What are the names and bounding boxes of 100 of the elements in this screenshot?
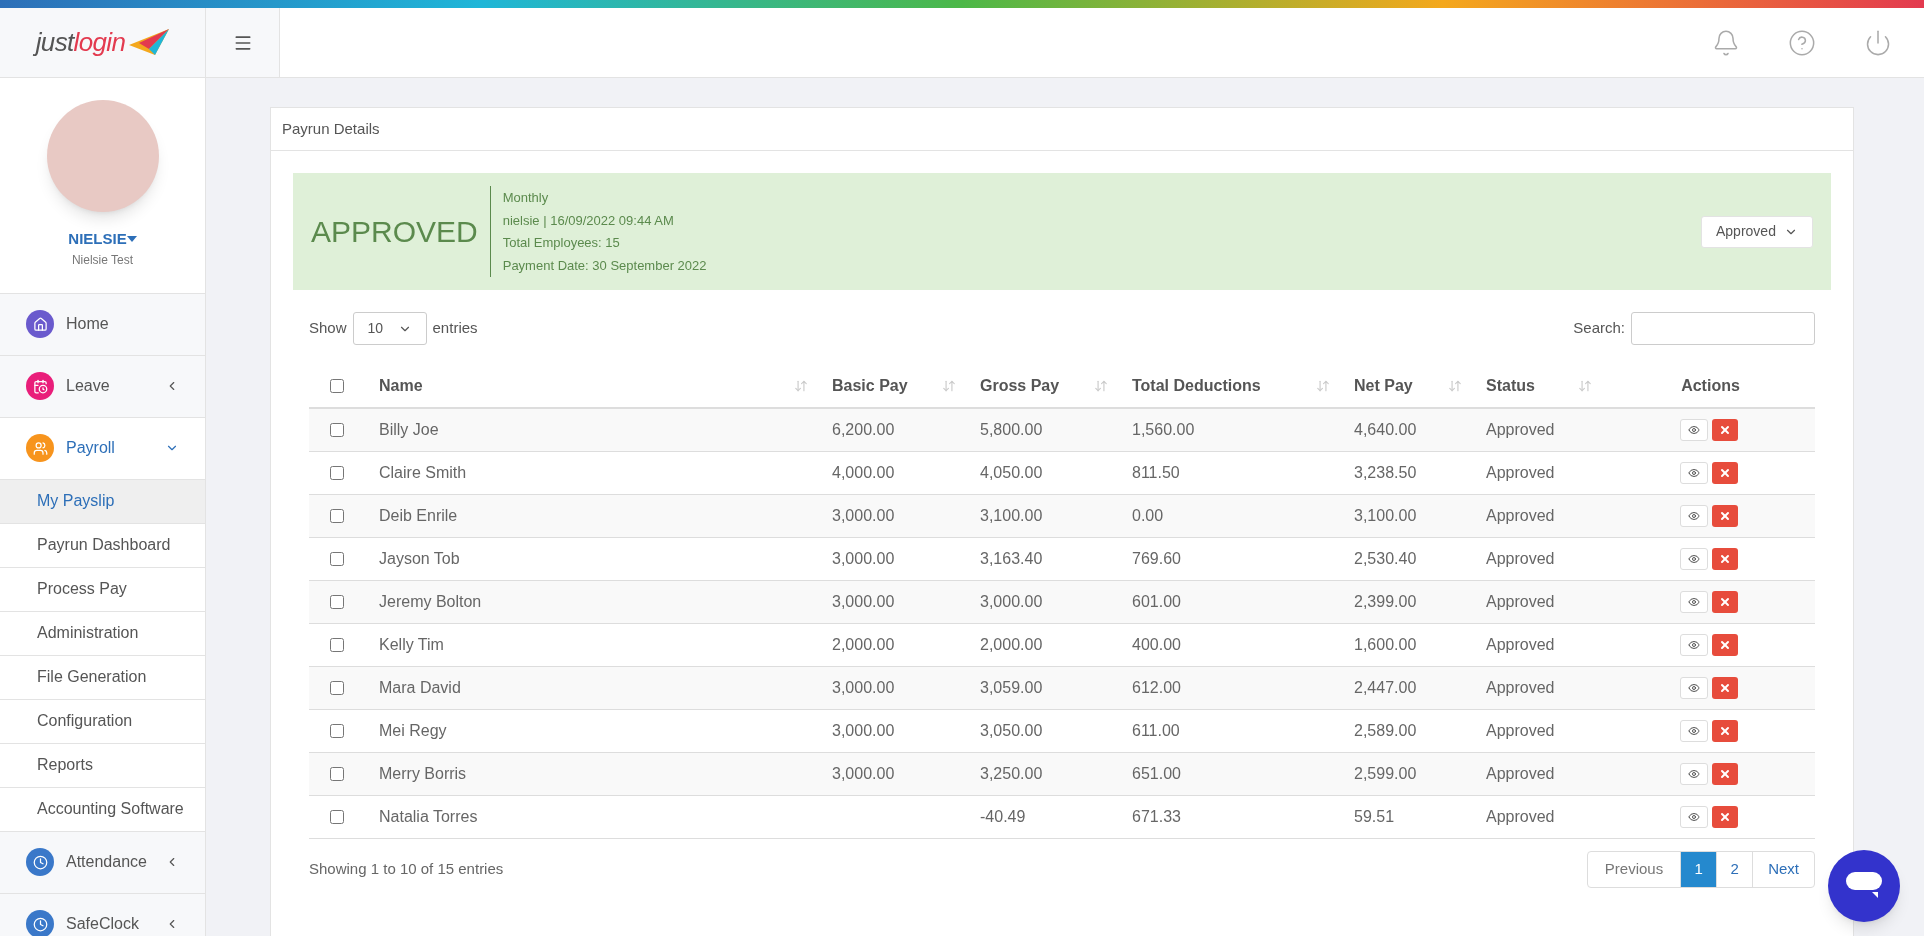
table-cell: 3,250.00 (980, 765, 1043, 782)
show-label: Show (309, 318, 347, 339)
table-cell: 3,000.00 (832, 722, 895, 739)
table-cell: 1,600.00 (1354, 636, 1417, 653)
status-select[interactable]: Approved (1701, 215, 1813, 248)
table-cell: Kelly Tim (379, 636, 444, 653)
table-cell: 769.60 (1132, 550, 1181, 567)
username[interactable]: NIELSIE (68, 228, 127, 251)
notification-bell-icon[interactable] (1712, 28, 1740, 57)
table-cell: Approved (1486, 421, 1555, 438)
table-cell: Approved (1486, 765, 1555, 782)
delete-button[interactable] (1711, 634, 1738, 656)
menu-item-label: Payroll (66, 438, 116, 458)
select-all-checkbox[interactable] (330, 379, 344, 393)
table-cell: 3,163.40 (980, 550, 1043, 567)
column-header[interactable]: Total Deductions (1132, 374, 1316, 398)
view-button[interactable] (1679, 806, 1708, 828)
view-button[interactable] (1679, 720, 1708, 742)
table-cell: 811.50 (1132, 464, 1180, 481)
row-checkbox[interactable] (330, 552, 344, 566)
eye-icon (1687, 725, 1700, 737)
table-cell: 3,000.00 (832, 593, 895, 610)
sidebar-item[interactable]: SafeClock (0, 893, 205, 936)
search-field[interactable] (1631, 312, 1815, 345)
delete-button[interactable] (1711, 419, 1738, 441)
eye-icon (1687, 682, 1700, 694)
delete-button[interactable] (1711, 591, 1738, 613)
table-cell: 651.00 (1132, 765, 1181, 782)
power-icon[interactable] (1864, 28, 1892, 57)
row-checkbox[interactable] (330, 509, 344, 523)
table-cell: 2,530.40 (1354, 550, 1417, 567)
next-button[interactable]: Next (1753, 852, 1814, 887)
table-cell: 4,000.00 (832, 464, 895, 481)
delete-button[interactable] (1711, 720, 1738, 742)
column-header[interactable]: Name (379, 374, 794, 398)
view-button[interactable] (1679, 591, 1708, 613)
table-cell: Approved (1486, 464, 1555, 481)
row-checkbox[interactable] (330, 638, 344, 652)
column-header[interactable]: Status (1486, 374, 1578, 398)
clock-icon (32, 854, 48, 870)
delete-button[interactable] (1711, 677, 1738, 699)
column-header[interactable]: Gross Pay (980, 374, 1094, 398)
table-cell: Approved (1486, 593, 1555, 610)
view-button[interactable] (1679, 677, 1708, 699)
menu-item-label: Leave (66, 376, 111, 396)
table-cell: 3,000.00 (832, 679, 895, 696)
row-checkbox[interactable] (330, 423, 344, 437)
search-label: Search: (1573, 318, 1625, 339)
table-cell: 0.00 (1132, 507, 1164, 524)
table-cell: Approved (1486, 808, 1555, 825)
row-checkbox[interactable] (330, 767, 344, 781)
close-icon (1718, 596, 1731, 608)
table-cell: Claire Smith (379, 464, 467, 481)
view-button[interactable] (1679, 462, 1708, 484)
table-cell: 3,238.50 (1354, 464, 1417, 481)
entries-select[interactable]: 10 (352, 312, 427, 345)
column-header[interactable]: Basic Pay (832, 374, 942, 398)
table-cell: Deib Enrile (379, 507, 458, 524)
table-cell: 3,000.00 (832, 550, 895, 567)
eye-icon (1687, 639, 1700, 651)
delete-button[interactable] (1711, 462, 1738, 484)
row-checkbox[interactable] (330, 681, 344, 695)
chat-button[interactable] (1828, 850, 1900, 922)
view-button[interactable] (1679, 548, 1708, 570)
table-cell: Jayson Tob (379, 550, 460, 567)
sidebar-item[interactable]: Attendance (0, 831, 205, 894)
delete-button[interactable] (1711, 505, 1738, 527)
page-button[interactable]: 1 (1681, 852, 1718, 887)
close-icon (1718, 725, 1731, 737)
logo[interactable]: justlogin (0, 8, 206, 77)
eye-icon (1687, 424, 1700, 436)
table-cell: 4,640.00 (1354, 421, 1417, 438)
menu-item-label: Home (66, 314, 110, 334)
column-header[interactable]: Actions (1681, 374, 1740, 398)
table-cell: 3,059.00 (980, 679, 1043, 696)
row-checkbox[interactable] (330, 810, 344, 824)
row-checkbox[interactable] (330, 724, 344, 738)
table-cell: 1,560.00 (1132, 421, 1195, 438)
delete-button[interactable] (1711, 763, 1738, 785)
view-button[interactable] (1679, 763, 1708, 785)
sidebar-item[interactable]: Leave (0, 355, 205, 418)
table-cell: 3,000.00 (832, 765, 895, 782)
table-cell: 3,050.00 (980, 722, 1043, 739)
table-cell: 59.51 (1354, 808, 1395, 825)
view-button[interactable] (1679, 634, 1708, 656)
view-button[interactable] (1679, 419, 1708, 441)
help-icon[interactable] (1788, 28, 1816, 57)
submenu-item[interactable]: My Payslip (0, 479, 205, 524)
close-icon (1718, 811, 1731, 823)
close-icon (1718, 467, 1731, 479)
delete-button[interactable] (1711, 548, 1738, 570)
row-checkbox[interactable] (330, 466, 344, 480)
card-title: Payrun Details (282, 118, 380, 139)
sidebar-item[interactable]: Home (0, 293, 205, 356)
table-cell: 6,200.00 (832, 421, 895, 438)
table-cell: Approved (1486, 722, 1555, 739)
view-button[interactable] (1679, 505, 1708, 527)
column-header[interactable]: Net Pay (1354, 374, 1448, 398)
delete-button[interactable] (1711, 806, 1738, 828)
row-checkbox[interactable] (330, 595, 344, 609)
